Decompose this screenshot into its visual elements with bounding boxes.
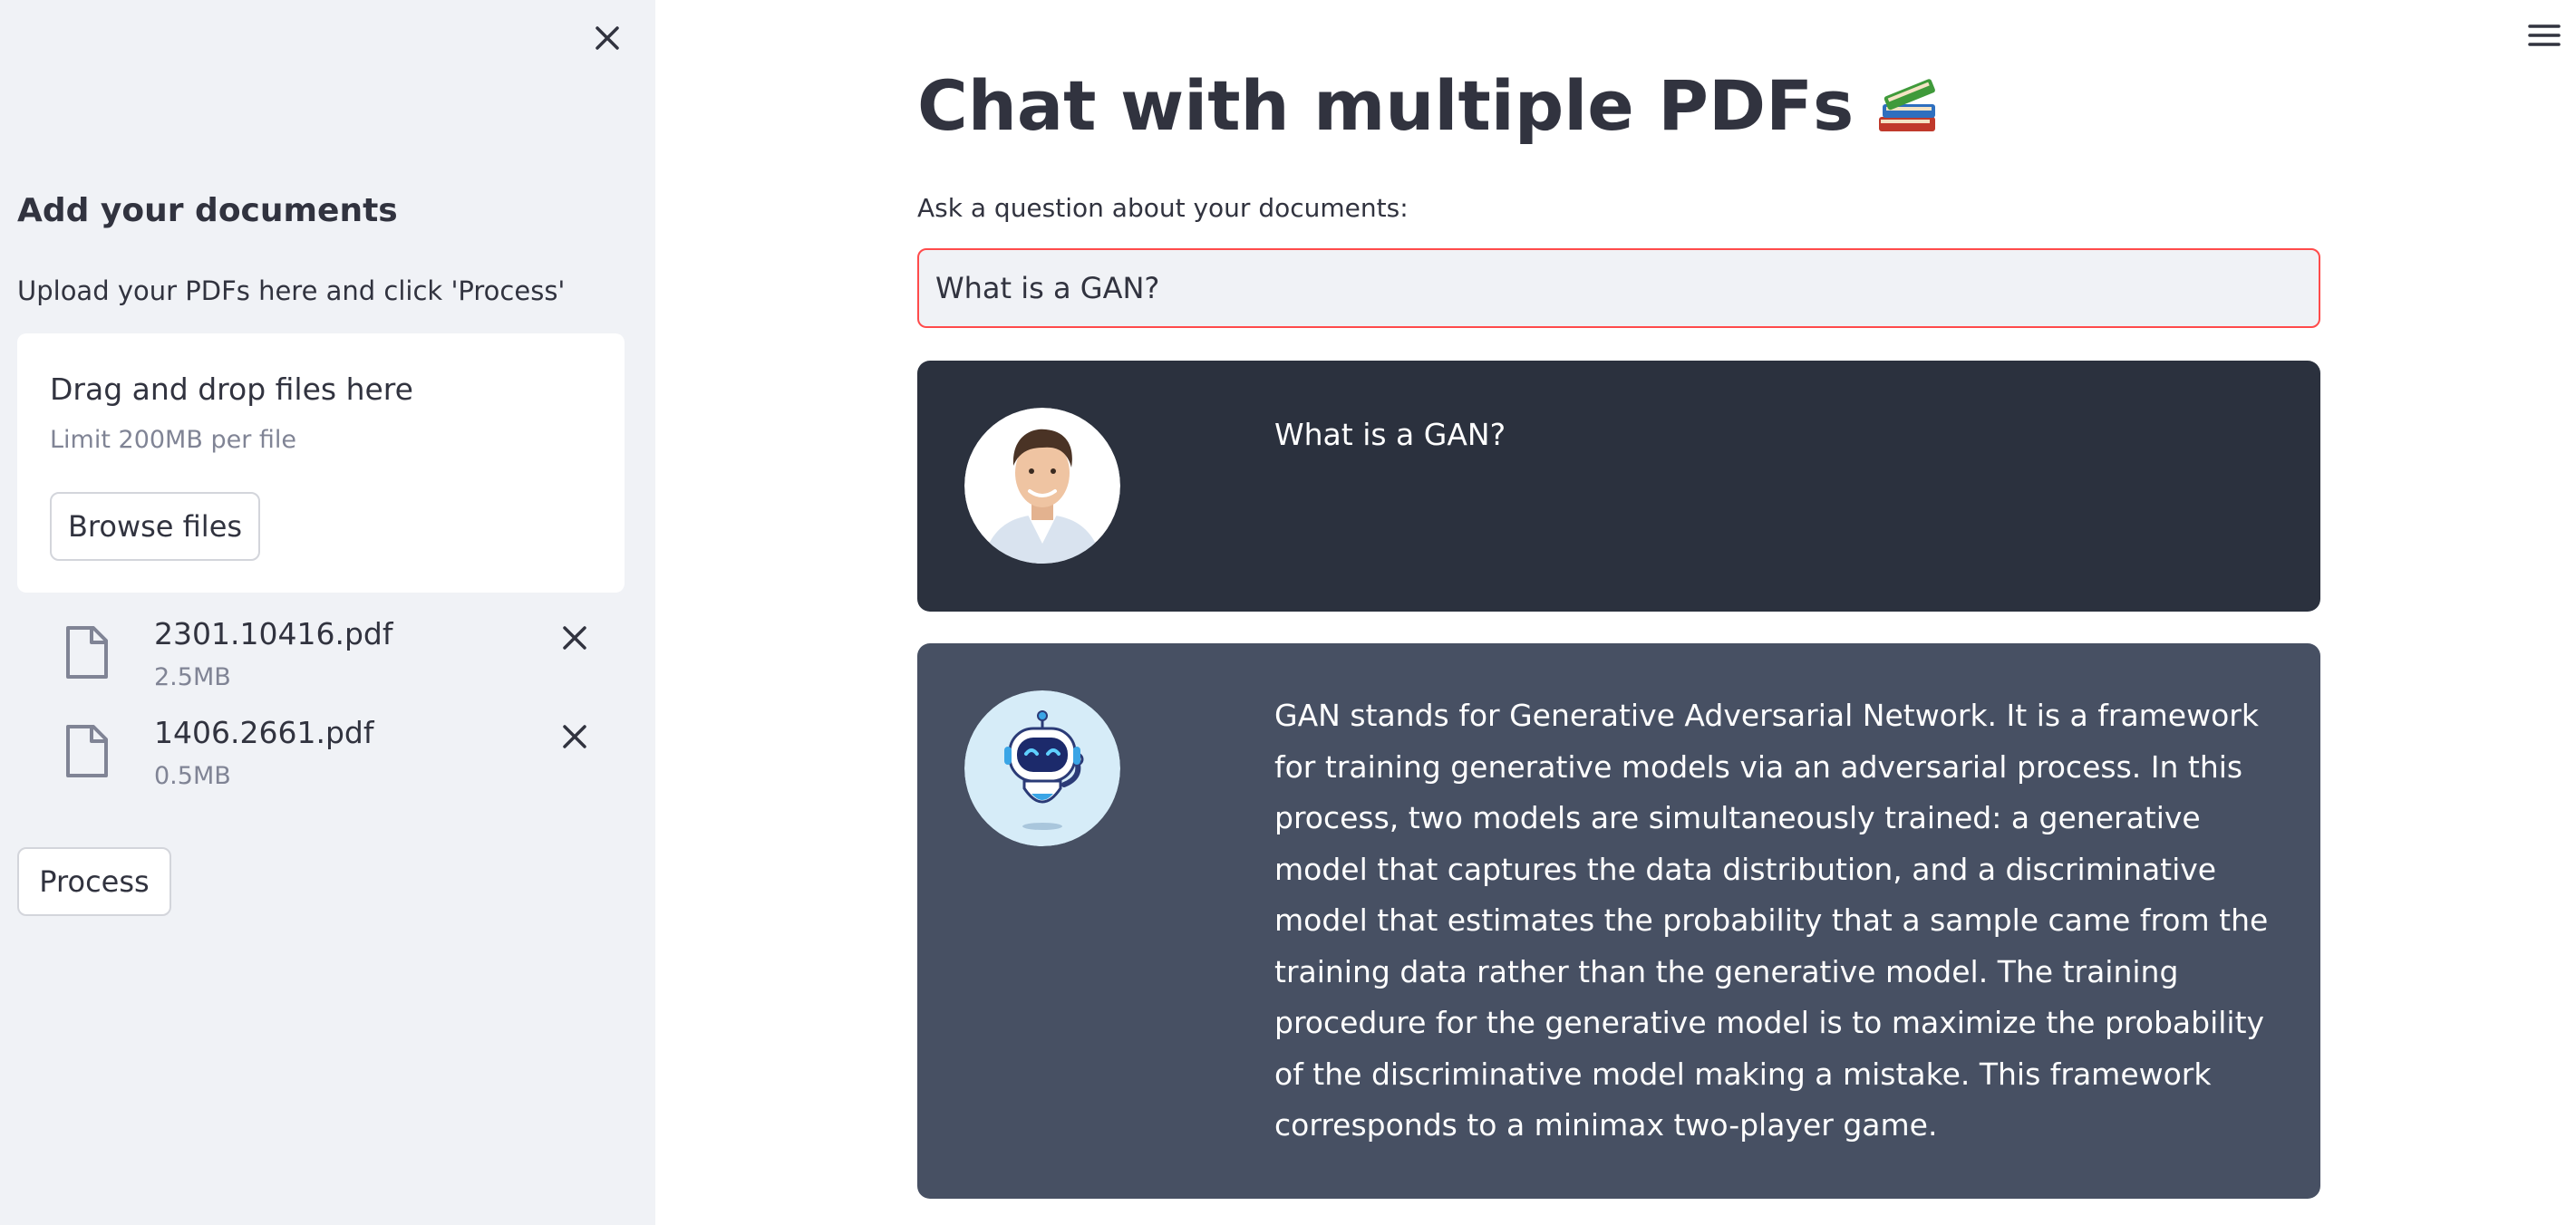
main-menu-button[interactable] [2523, 14, 2565, 56]
uploaded-file-item: 1406.2661.pdf 0.5MB [17, 715, 625, 802]
page-title-text: Chat with multiple PDFs [917, 65, 1855, 146]
close-icon [596, 26, 619, 50]
process-button[interactable]: Process [17, 847, 171, 916]
remove-file-button[interactable] [553, 616, 596, 660]
close-icon [563, 725, 586, 748]
question-input[interactable] [917, 248, 2320, 328]
question-label: Ask a question about your documents: [917, 193, 1409, 223]
user-avatar-image [964, 408, 1120, 564]
file-name: 2301.10416.pdf [154, 616, 393, 651]
file-icon [66, 626, 108, 679]
uploaded-file-item: 2301.10416.pdf 2.5MB [17, 616, 625, 703]
sidebar-heading: Add your documents [17, 192, 398, 229]
file-name: 1406.2661.pdf [154, 715, 374, 750]
chat-message-bot: GAN stands for Generative Adversarial Ne… [917, 643, 2320, 1199]
page-title: Chat with multiple PDFs [917, 65, 1942, 146]
file-size: 0.5MB [154, 762, 231, 790]
file-icon [66, 725, 108, 777]
sidebar: Add your documents Upload your PDFs here… [0, 0, 655, 1225]
robot-avatar [964, 690, 1120, 846]
books-icon [1879, 78, 1936, 131]
dropzone-limit: Limit 200MB per file [50, 426, 297, 454]
user-avatar [964, 408, 1120, 564]
app-root: Add your documents Upload your PDFs here… [0, 0, 2576, 1225]
upload-caption: Upload your PDFs here and click 'Process… [17, 275, 566, 306]
bot-message-text: GAN stands for Generative Adversarial Ne… [1274, 698, 2269, 1143]
file-size: 2.5MB [154, 663, 231, 691]
user-message-text: What is a GAN? [1274, 417, 1506, 452]
file-dropzone[interactable]: Drag and drop files here Limit 200MB per… [17, 333, 625, 593]
robot-avatar-image [964, 690, 1120, 846]
chat-message-user: What is a GAN? [917, 361, 2320, 612]
remove-file-button[interactable] [553, 715, 596, 758]
dropzone-title: Drag and drop files here [50, 371, 413, 407]
close-sidebar-button[interactable] [586, 16, 629, 60]
browse-files-button[interactable]: Browse files [50, 492, 260, 561]
hamburger-menu-icon [2528, 24, 2561, 46]
close-icon [563, 626, 586, 650]
